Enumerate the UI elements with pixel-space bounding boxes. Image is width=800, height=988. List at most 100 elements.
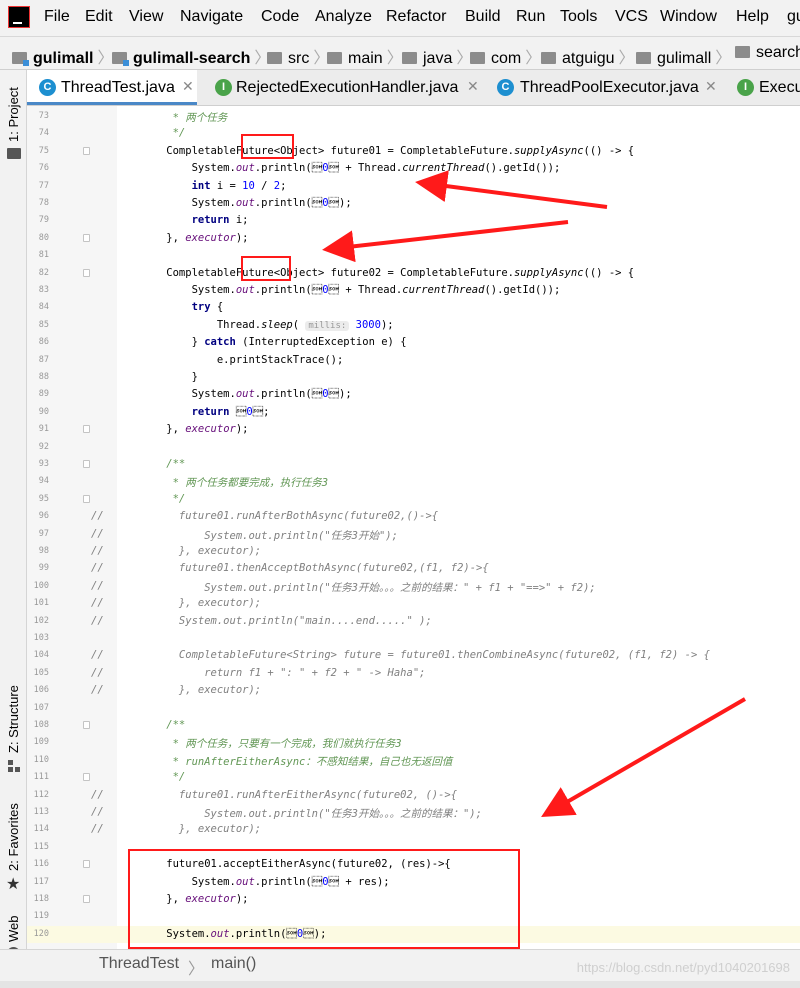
menu-overflow[interactable]: gu	[787, 8, 800, 26]
favorites-tool-button[interactable]: 2: Favorites	[6, 803, 21, 871]
code-line[interactable]: 99 // future01.thenAcceptBothAsync(future…	[27, 560, 800, 577]
code-text: return i;	[191, 214, 249, 227]
status-method[interactable]: main()	[211, 955, 256, 973]
code-line[interactable]: 83 System.out.println(0 + Thread.curre…	[27, 282, 800, 299]
line-number: 87	[38, 354, 49, 365]
menu-help[interactable]: Help	[736, 8, 769, 26]
module-folder-icon	[112, 52, 129, 66]
code-line[interactable]: 76 System.out.println(0 + Thread.curre…	[27, 160, 800, 177]
code-line[interactable]: 103	[27, 630, 800, 647]
code-line[interactable]: 108 /**	[27, 717, 800, 734]
fold-marker-icon[interactable]	[83, 268, 90, 277]
code-line[interactable]: 89 System.out.println(0);	[27, 386, 800, 403]
menu-view[interactable]: View	[129, 8, 163, 26]
project-tool-button[interactable]: 1: Project	[6, 87, 21, 142]
menu-file[interactable]: File	[44, 8, 70, 26]
line-number: 76	[38, 163, 49, 174]
code-line[interactable]: 74 */	[27, 125, 800, 142]
structure-tool-button[interactable]: Z: Structure	[6, 685, 21, 753]
code-line[interactable]: 91 }, executor);	[27, 421, 800, 438]
code-line[interactable]: 114 // }, executor);	[27, 821, 800, 838]
crumb-search[interactable]: search	[735, 44, 800, 62]
intellij-logo-icon	[8, 6, 30, 28]
code-line[interactable]: 94 * 两个任务都要完成，执行任务3	[27, 473, 800, 490]
menu-bar: File Edit View Navigate Code Analyze Ref…	[0, 0, 800, 36]
code-line[interactable]: 92	[27, 439, 800, 456]
code-line[interactable]: 109 * 两个任务，只要有一个完成，我们就执行任务3	[27, 734, 800, 751]
crumb-main[interactable]: main 〉	[327, 44, 409, 68]
fold-marker-icon[interactable]	[83, 860, 90, 869]
code-line[interactable]: 95 */	[27, 491, 800, 508]
fold-marker-icon[interactable]	[83, 233, 90, 242]
fold-marker-icon[interactable]	[83, 460, 90, 468]
crumb-java[interactable]: java 〉	[402, 44, 478, 68]
interface-icon: I	[737, 79, 754, 96]
code-line[interactable]: 79 return i;	[27, 212, 800, 229]
code-line[interactable]: 84 try {	[27, 299, 800, 316]
menu-window[interactable]: Window	[660, 8, 717, 26]
code-line[interactable]: 100 // System.out.println("任务3开始。。。之前的结果：…	[27, 578, 800, 595]
crumb-gulimall-pkg[interactable]: gulimall 〉	[636, 44, 737, 68]
code-line[interactable]: 78 System.out.println(0);	[27, 195, 800, 212]
folder-icon	[402, 52, 417, 64]
code-line[interactable]: 90 return 0;	[27, 404, 800, 421]
line-number: 95	[38, 493, 49, 504]
code-line[interactable]: 98 // }, executor);	[27, 543, 800, 560]
web-tool-button[interactable]: Web	[6, 916, 21, 943]
menu-code[interactable]: Code	[261, 8, 299, 26]
code-line[interactable]: 80 }, executor);	[27, 230, 800, 247]
crumb-atguigu[interactable]: atguigu 〉	[541, 44, 641, 68]
code-line[interactable]: 77 int i = 10 / 2;	[27, 178, 800, 195]
code-line[interactable]: 110 * runAfterEitherAsync：不感知结果，自己也无返回值	[27, 752, 800, 769]
crumb-gulimall-search[interactable]: gulimall-search 〉	[112, 44, 276, 68]
code-line[interactable]: 96 // future01.runAfterBothAsync(future02…	[27, 508, 800, 525]
code-line[interactable]: 111 */	[27, 769, 800, 786]
code-line[interactable]: 85 Thread.sleep( millis: 3000);	[27, 317, 800, 334]
status-file[interactable]: ThreadTest	[99, 955, 179, 973]
menu-run[interactable]: Run	[516, 8, 545, 26]
code-line[interactable]: 112 // future01.runAfterEitherAsync(futur…	[27, 787, 800, 804]
menu-build[interactable]: Build	[465, 8, 501, 26]
close-icon[interactable]: ✕	[705, 78, 717, 95]
menu-refactor[interactable]: Refactor	[386, 8, 446, 26]
code-line[interactable]: 82 CompletableFuture<Object> future02 = …	[27, 265, 800, 282]
fold-marker-icon[interactable]	[83, 494, 90, 503]
close-icon[interactable]: ✕	[182, 78, 194, 95]
line-number: 114	[33, 824, 49, 835]
code-line[interactable]: 73 * 两个任务	[27, 108, 800, 125]
fold-marker-icon[interactable]	[83, 425, 90, 434]
code-line[interactable]: 106 // }, executor);	[27, 682, 800, 699]
fold-marker-icon[interactable]	[83, 721, 90, 729]
code-line[interactable]: 101 // }, executor);	[27, 595, 800, 612]
fold-marker-icon[interactable]	[83, 895, 90, 903]
code-line[interactable]: 105 // return f1 + ": " + f2 + " -> Haha"…	[27, 665, 800, 682]
menu-edit[interactable]: Edit	[85, 8, 113, 26]
code-line[interactable]: 86 } catch (InterruptedException e) {	[27, 334, 800, 351]
code-text: }, executor);	[141, 423, 249, 436]
code-line[interactable]: 88 }	[27, 369, 800, 386]
menu-tools[interactable]: Tools	[560, 8, 597, 26]
code-line[interactable]: 104 // CompletableFuture<String> future =…	[27, 647, 800, 664]
code-line[interactable]: 87 e.printStackTrace();	[27, 352, 800, 369]
fold-marker-icon[interactable]	[83, 773, 90, 782]
code-line[interactable]: 102 // System.out.println("main....end...…	[27, 613, 800, 630]
tab-rejected-execution-handler[interactable]: I RejectedExecutionHandler.java ✕	[205, 70, 485, 105]
crumb-gulimall[interactable]: gulimall 〉	[12, 44, 119, 68]
code-line[interactable]: 93 /**	[27, 456, 800, 473]
code-line[interactable]: 107	[27, 700, 800, 717]
code-line[interactable]: 113 // System.out.println("任务3开始。。。之前的结果：…	[27, 804, 800, 821]
crumb-com[interactable]: com 〉	[470, 44, 547, 68]
menu-vcs[interactable]: VCS	[615, 8, 648, 26]
code-line[interactable]: 97 // System.out.println("任务3开始");	[27, 526, 800, 543]
tab-executor[interactable]: I Execu	[730, 70, 800, 105]
menu-analyze[interactable]: Analyze	[315, 8, 372, 26]
close-icon[interactable]: ✕	[467, 78, 479, 95]
tab-threadpoolexecutor[interactable]: C ThreadPoolExecutor.java ✕	[490, 70, 725, 105]
menu-navigate[interactable]: Navigate	[180, 8, 243, 26]
fold-marker-icon[interactable]	[83, 146, 90, 155]
tab-threadtest[interactable]: C ThreadTest.java ✕	[27, 70, 197, 105]
code-line[interactable]: 81	[27, 247, 800, 264]
code-line[interactable]: 75 CompletableFuture<Object> future01 = …	[27, 143, 800, 160]
crumb-src[interactable]: src 〉	[267, 44, 335, 68]
tab-label: ThreadTest.java	[61, 79, 175, 96]
